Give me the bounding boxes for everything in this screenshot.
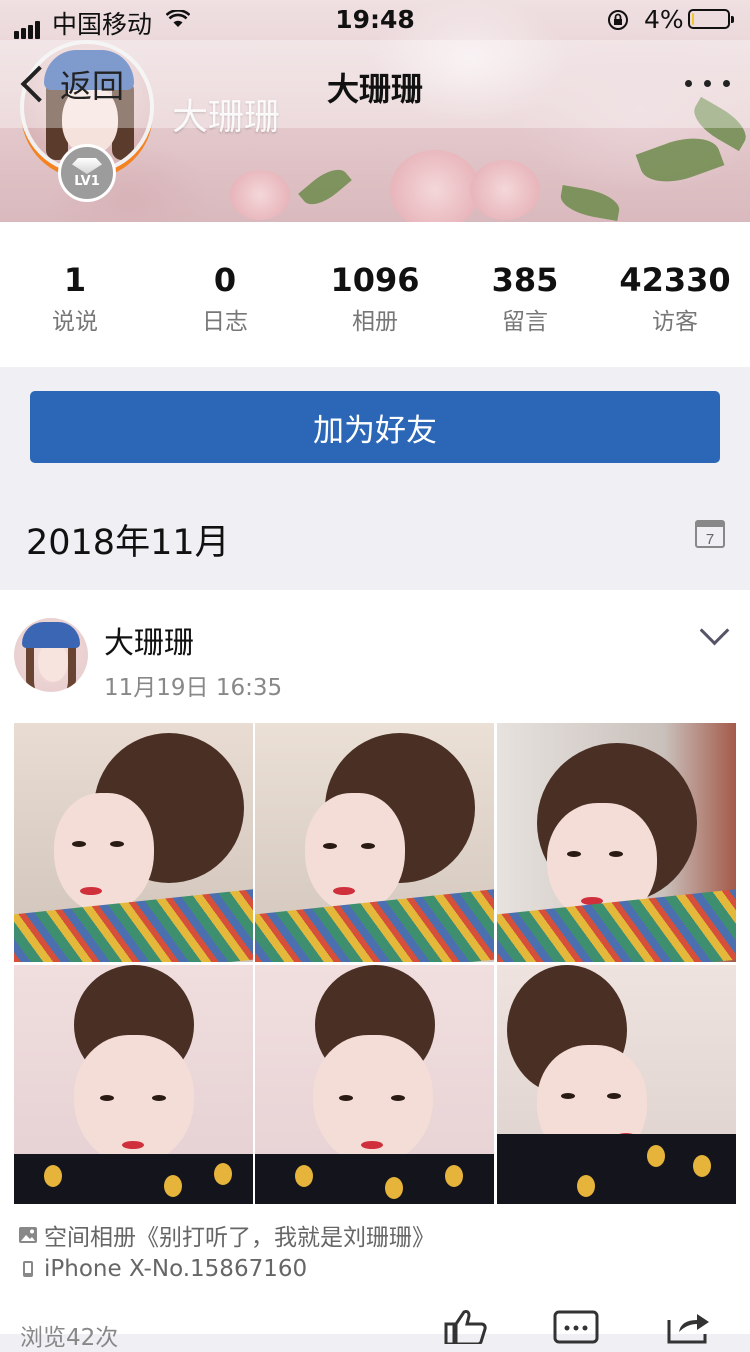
post-time: 11月19日 16:35: [104, 675, 283, 701]
page-title: 大珊珊: [326, 70, 423, 108]
share-icon[interactable]: [665, 1308, 711, 1344]
clock: 19:48: [335, 5, 415, 34]
image-icon: [19, 1227, 37, 1243]
diamond-icon: [72, 158, 102, 174]
add-friend-button[interactable]: 加为好友: [30, 391, 720, 463]
cover-leaf: [298, 161, 352, 213]
stat-label: 留言: [502, 309, 548, 335]
level-badge[interactable]: LV1: [58, 144, 116, 202]
stat-albums[interactable]: 1096 相册: [300, 222, 450, 367]
photo-thumb[interactable]: [255, 965, 494, 1204]
stat-value: 385: [491, 261, 559, 299]
stat-messages[interactable]: 385 留言: [450, 222, 600, 367]
calendar-icon[interactable]: 7: [694, 517, 726, 549]
stat-value: 1: [63, 261, 87, 299]
thumbs-up-icon[interactable]: [442, 1308, 488, 1344]
more-button[interactable]: [685, 80, 730, 87]
post-avatar[interactable]: [14, 618, 88, 692]
profile-stats: 1 说说 0 日志 1096 相册 385 留言 42330 访客: [0, 222, 750, 367]
stat-label: 相册: [352, 309, 398, 335]
post-author[interactable]: 大珊珊: [104, 618, 194, 662]
view-count: 浏览42次: [20, 1325, 119, 1351]
battery-percent: 4%: [644, 5, 684, 34]
stat-label: 日志: [202, 309, 248, 335]
cover-leaf: [558, 184, 622, 222]
album-source[interactable]: 空间相册《别打听了，我就是刘珊珊》: [18, 1218, 435, 1252]
stat-visitors[interactable]: 42330 访客: [600, 222, 750, 367]
cover-flower: [470, 160, 540, 220]
stat-label: 说说: [52, 309, 98, 335]
cover-flower: [230, 170, 290, 220]
cover-flower: [390, 150, 480, 222]
photo-thumb[interactable]: [14, 723, 253, 962]
battery-fill: [692, 13, 694, 25]
comment-icon[interactable]: [553, 1308, 599, 1344]
chevron-down-icon[interactable]: [699, 615, 730, 646]
month-label: 2018年11月: [26, 523, 230, 563]
stat-value: 1096: [330, 261, 420, 299]
cover-leaf: [635, 127, 725, 193]
battery-icon: [688, 9, 734, 29]
month-header: 2018年11月: [0, 490, 750, 590]
status-bar: 中国移动 19:48 4%: [0, 0, 750, 40]
photo-thumb[interactable]: [497, 723, 736, 962]
feed-post: 大珊珊 11月19日 16:35 空间相册《别打听了，我就是刘珊珊》 iPhon…: [0, 590, 750, 1351]
photo-thumb[interactable]: [14, 965, 253, 1204]
photo-thumb[interactable]: [255, 723, 494, 962]
device-source: iPhone X-No.15867160: [18, 1256, 307, 1282]
rotation-lock-icon: [608, 10, 628, 30]
device-text: iPhone X-No.15867160: [44, 1256, 308, 1282]
stat-value: 0: [213, 261, 237, 299]
level-label: LV1: [74, 174, 100, 189]
photo-grid: [14, 723, 736, 1204]
phone-icon: [23, 1261, 33, 1277]
stat-label: 访客: [652, 309, 698, 335]
more-dots-icon: [685, 80, 692, 87]
photo-thumb[interactable]: [497, 965, 736, 1204]
album-text: 空间相册《别打听了，我就是刘珊珊》: [44, 1225, 435, 1251]
stat-blogs[interactable]: 0 日志: [150, 222, 300, 367]
calendar-day: 7: [706, 531, 714, 548]
stat-value: 42330: [619, 261, 731, 299]
stat-posts[interactable]: 1 说说: [0, 222, 150, 367]
nav-bar: 返回 大珊珊: [0, 40, 750, 128]
